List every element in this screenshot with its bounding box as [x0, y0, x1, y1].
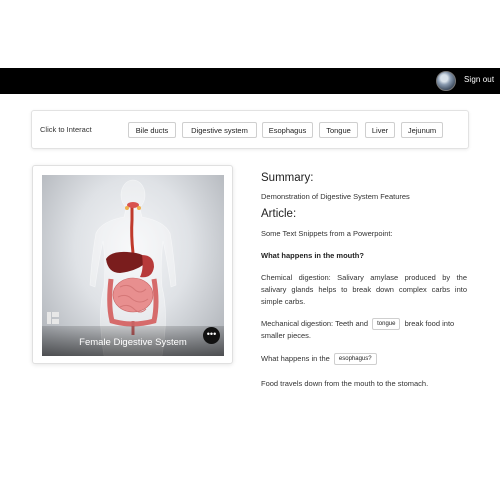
- mechanical-text-line2: smaller pieces.: [261, 331, 312, 341]
- article-intro: Some Text Snippets from a Powerpoint:: [261, 229, 393, 238]
- top-navbar: Sign out: [0, 68, 500, 94]
- chip-esophagus[interactable]: Esophagus: [262, 122, 313, 138]
- user-avatar[interactable]: [436, 71, 456, 91]
- mechanical-text-end: break food into: [404, 319, 455, 328]
- paragraph-esophagus: Food travels down from the mouth to the …: [261, 379, 429, 388]
- 3d-model-viewer[interactable]: Female Digestive System •••: [42, 175, 224, 356]
- question-mouth: What happens in the mouth?: [261, 251, 364, 260]
- more-options-button[interactable]: •••: [203, 327, 220, 344]
- model-caption: Female Digestive System: [79, 337, 187, 348]
- article-heading: Article:: [261, 208, 297, 220]
- interact-toolbar: Click to Interact Bile ducts Digestive s…: [31, 110, 469, 149]
- interact-label: Click to Interact: [40, 125, 92, 134]
- esophagus-question-text: What happens in the: [261, 354, 330, 363]
- inline-chip-tongue[interactable]: tongue: [372, 318, 401, 331]
- chip-jejunum[interactable]: Jejunum: [401, 122, 443, 138]
- chip-bile-ducts[interactable]: Bile ducts: [128, 122, 176, 138]
- mechanical-text-start: Mechanical digestion: Teeth and: [261, 319, 369, 328]
- summary-heading: Summary:: [261, 172, 314, 184]
- chip-liver[interactable]: Liver: [365, 122, 395, 138]
- paragraph-mechanical-digestion: Mechanical digestion: Teeth and tongue b…: [261, 318, 471, 342]
- chip-tongue[interactable]: Tongue: [319, 122, 358, 138]
- summary-text: Demonstration of Digestive System Featur…: [261, 192, 410, 201]
- brand-logo-icon: [47, 311, 59, 324]
- model-card: Female Digestive System •••: [32, 165, 233, 364]
- sign-out-link[interactable]: Sign out: [464, 75, 494, 84]
- question-esophagus: What happens in the esophagus?: [261, 353, 379, 366]
- paragraph-chemical-digestion: Chemical digestion: Salivary amylase pro…: [261, 273, 467, 306]
- inline-chip-esophagus[interactable]: esophagus?: [333, 353, 377, 366]
- chip-digestive-system[interactable]: Digestive system: [182, 122, 257, 138]
